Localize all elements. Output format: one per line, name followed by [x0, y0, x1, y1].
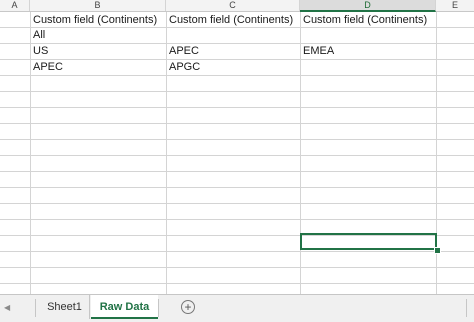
cell-c4[interactable]: APGC: [169, 59, 200, 75]
cell-d3[interactable]: EMEA: [303, 43, 334, 59]
tab-sheet1[interactable]: Sheet1: [40, 295, 90, 319]
column-header-row: A B C D E: [0, 0, 474, 12]
cell-d1[interactable]: Custom field (Continents): [303, 12, 427, 28]
column-header-b[interactable]: B: [30, 0, 166, 11]
column-header-a[interactable]: A: [0, 0, 30, 11]
tab-raw-data[interactable]: Raw Data: [91, 295, 158, 319]
cell-b4[interactable]: APEC: [33, 59, 63, 75]
worksheet: A B C D E Custom field (Continents) Cust…: [0, 0, 474, 294]
cell-b1[interactable]: Custom field (Continents): [33, 12, 157, 28]
cell-b2[interactable]: All: [33, 27, 45, 43]
selected-cell-d15[interactable]: [300, 233, 437, 250]
cell-grid[interactable]: Custom field (Continents) Custom field (…: [0, 12, 474, 294]
tab-divider: [466, 299, 467, 317]
cell-c3[interactable]: APEC: [169, 43, 199, 59]
cell-b3[interactable]: US: [33, 43, 48, 59]
fill-handle[interactable]: [434, 247, 441, 254]
sheet-scroll-left-icon[interactable]: ◀: [4, 303, 10, 312]
column-header-e[interactable]: E: [436, 0, 474, 11]
tab-divider: [35, 299, 36, 317]
column-header-c[interactable]: C: [166, 0, 300, 11]
column-header-d[interactable]: D: [300, 0, 436, 12]
add-sheet-button[interactable]: +: [181, 300, 195, 314]
cell-c1[interactable]: Custom field (Continents): [169, 12, 293, 28]
tab-divider: [158, 299, 159, 317]
sheet-tab-bar: ◀ Sheet1 Raw Data +: [0, 294, 474, 322]
